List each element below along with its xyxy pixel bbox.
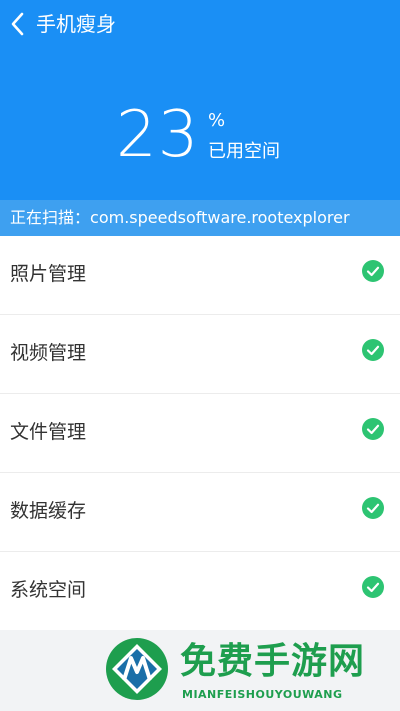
scan-status-bar: 正在扫描：com.speedsoftware.rootexplorer (0, 200, 400, 236)
chevron-left-icon (11, 12, 24, 36)
list-item-system[interactable]: 系统空间 (0, 552, 400, 630)
list-item-photos[interactable]: 照片管理 (0, 236, 400, 315)
check-circle-icon (362, 576, 384, 598)
scan-status-text: 正在扫描：com.speedsoftware.rootexplorer (10, 208, 350, 228)
check-circle-icon (362, 497, 384, 519)
top-bar: 手机瘦身 (0, 0, 400, 48)
list-item-files[interactable]: 文件管理 (0, 394, 400, 473)
watermark-cn-text: 免费手游网 (180, 640, 366, 682)
header: 手机瘦身 23 % 已用空间 (0, 0, 400, 200)
category-list: 照片管理 视频管理 文件管理 数据缓存 系统空间 (0, 236, 400, 630)
list-item-videos[interactable]: 视频管理 (0, 315, 400, 394)
usage-unit: % (208, 110, 226, 131)
check-circle-icon (362, 339, 384, 361)
usage-percentage: 23 (116, 98, 200, 172)
page-title: 手机瘦身 (36, 12, 116, 36)
list-item-cache[interactable]: 数据缓存 (0, 473, 400, 552)
check-circle-icon (362, 260, 384, 282)
check-circle-icon (362, 418, 384, 440)
list-item-label: 数据缓存 (10, 500, 87, 522)
watermark-en-text: MIANFEISHOUYOUWANG (182, 688, 343, 701)
back-button[interactable] (8, 10, 28, 38)
scan-package: com.speedsoftware.rootexplorer (90, 208, 350, 227)
usage-label: 已用空间 (208, 141, 280, 162)
watermark: 免费手游网 MIANFEISHOUYOUWANG (104, 636, 394, 708)
scan-label: 正在扫描： (10, 208, 91, 227)
list-item-label: 文件管理 (10, 421, 87, 443)
list-item-label: 照片管理 (10, 263, 87, 285)
list-item-label: 系统空间 (10, 579, 87, 601)
watermark-logo-icon (106, 638, 168, 700)
list-item-label: 视频管理 (10, 342, 87, 364)
